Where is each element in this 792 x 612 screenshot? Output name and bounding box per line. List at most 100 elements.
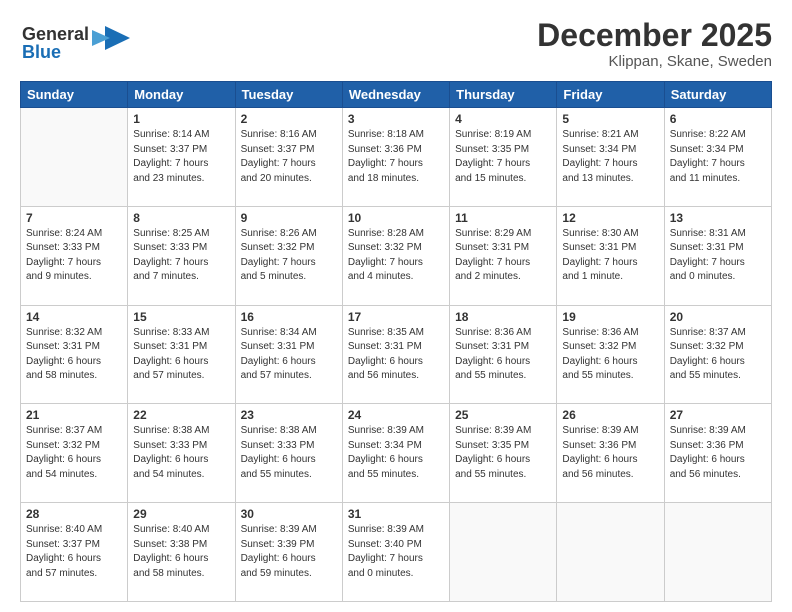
day-info: Sunrise: 8:39 AM Sunset: 3:36 PM Dayligh… (562, 424, 658, 482)
day-number: 10 (348, 211, 444, 225)
calendar-cell: 8 Sunrise: 8:25 AM Sunset: 3:33 PM Daylig… (128, 206, 235, 305)
calendar-cell: 22 Sunrise: 8:38 AM Sunset: 3:33 PM Dayli… (128, 404, 235, 503)
day-info: Sunrise: 8:39 AM Sunset: 3:40 PM Dayligh… (348, 523, 444, 581)
day-number: 30 (241, 507, 337, 521)
day-info: Sunrise: 8:29 AM Sunset: 3:31 PM Dayligh… (455, 227, 551, 285)
day-number: 6 (670, 112, 766, 126)
day-info: Sunrise: 8:38 AM Sunset: 3:33 PM Dayligh… (133, 424, 229, 482)
day-number: 1 (133, 112, 229, 126)
day-info: Sunrise: 8:33 AM Sunset: 3:31 PM Dayligh… (133, 326, 229, 384)
day-number: 23 (241, 408, 337, 422)
calendar-cell: 31Sunrise: 8:39 AM Sunset: 3:40 PM Dayli… (342, 503, 449, 602)
calendar-cell: 9 Sunrise: 8:26 AM Sunset: 3:32 PM Daylig… (235, 206, 342, 305)
title-block: December 2025 Klippan, Skane, Sweden (537, 18, 772, 70)
day-number: 13 (670, 211, 766, 225)
day-info: Sunrise: 8:35 AM Sunset: 3:31 PM Dayligh… (348, 326, 444, 384)
calendar-cell: 5Sunrise: 8:21 AM Sunset: 3:34 PM Daylig… (557, 108, 664, 207)
day-info: Sunrise: 8:26 AM Sunset: 3:32 PM Dayligh… (241, 227, 337, 285)
calendar-cell (450, 503, 557, 602)
calendar-cell: 10 Sunrise: 8:28 AM Sunset: 3:32 PM Dayli… (342, 206, 449, 305)
calendar-cell: 18Sunrise: 8:36 AM Sunset: 3:31 PM Dayli… (450, 305, 557, 404)
calendar-cell (664, 503, 771, 602)
calendar-cell: 11 Sunrise: 8:29 AM Sunset: 3:31 PM Dayli… (450, 206, 557, 305)
week-row-5: 28 Sunrise: 8:40 AM Sunset: 3:37 PM Dayli… (21, 503, 772, 602)
day-info: Sunrise: 8:38 AM Sunset: 3:33 PM Dayligh… (241, 424, 337, 482)
calendar-cell: 3 Sunrise: 8:18 AM Sunset: 3:36 PM Daylig… (342, 108, 449, 207)
day-info: Sunrise: 8:39 AM Sunset: 3:39 PM Dayligh… (241, 523, 337, 581)
calendar-cell: 17 Sunrise: 8:35 AM Sunset: 3:31 PM Dayli… (342, 305, 449, 404)
calendar-cell (557, 503, 664, 602)
day-info: Sunrise: 8:21 AM Sunset: 3:34 PM Dayligh… (562, 128, 658, 186)
calendar-cell: 20 Sunrise: 8:37 AM Sunset: 3:32 PM Dayli… (664, 305, 771, 404)
day-number: 24 (348, 408, 444, 422)
day-info: Sunrise: 8:39 AM Sunset: 3:34 PM Dayligh… (348, 424, 444, 482)
calendar-cell: 21Sunrise: 8:37 AM Sunset: 3:32 PM Dayli… (21, 404, 128, 503)
day-number: 29 (133, 507, 229, 521)
day-info: Sunrise: 8:31 AM Sunset: 3:31 PM Dayligh… (670, 227, 766, 285)
calendar-cell: 15 Sunrise: 8:33 AM Sunset: 3:31 PM Dayli… (128, 305, 235, 404)
day-number: 14 (26, 310, 122, 324)
day-info: Sunrise: 8:25 AM Sunset: 3:33 PM Dayligh… (133, 227, 229, 285)
calendar-cell: 30 Sunrise: 8:39 AM Sunset: 3:39 PM Dayli… (235, 503, 342, 602)
day-number: 7 (26, 211, 122, 225)
calendar-cell: 29 Sunrise: 8:40 AM Sunset: 3:38 PM Dayli… (128, 503, 235, 602)
day-info: Sunrise: 8:32 AM Sunset: 3:31 PM Dayligh… (26, 326, 122, 384)
weekday-header-monday: Monday (128, 82, 235, 108)
header: General Blue December 2025 Klippan, Skan… (20, 18, 772, 71)
day-info: Sunrise: 8:34 AM Sunset: 3:31 PM Dayligh… (241, 326, 337, 384)
day-info: Sunrise: 8:18 AM Sunset: 3:36 PM Dayligh… (348, 128, 444, 186)
day-number: 28 (26, 507, 122, 521)
day-number: 20 (670, 310, 766, 324)
month-title: December 2025 (537, 18, 772, 53)
day-info: Sunrise: 8:16 AM Sunset: 3:37 PM Dayligh… (241, 128, 337, 186)
day-number: 8 (133, 211, 229, 225)
day-info: Sunrise: 8:19 AM Sunset: 3:35 PM Dayligh… (455, 128, 551, 186)
day-number: 11 (455, 211, 551, 225)
day-info: Sunrise: 8:40 AM Sunset: 3:38 PM Dayligh… (133, 523, 229, 581)
day-info: Sunrise: 8:40 AM Sunset: 3:37 PM Dayligh… (26, 523, 122, 581)
weekday-header-tuesday: Tuesday (235, 82, 342, 108)
day-number: 9 (241, 211, 337, 225)
calendar-cell: 2Sunrise: 8:16 AM Sunset: 3:37 PM Daylig… (235, 108, 342, 207)
day-info: Sunrise: 8:28 AM Sunset: 3:32 PM Dayligh… (348, 227, 444, 285)
day-number: 22 (133, 408, 229, 422)
day-number: 16 (241, 310, 337, 324)
weekday-header-row: SundayMondayTuesdayWednesdayThursdayFrid… (21, 82, 772, 108)
day-number: 3 (348, 112, 444, 126)
day-info: Sunrise: 8:14 AM Sunset: 3:37 PM Dayligh… (133, 128, 229, 186)
calendar-table: SundayMondayTuesdayWednesdayThursdayFrid… (20, 81, 772, 602)
day-info: Sunrise: 8:39 AM Sunset: 3:36 PM Dayligh… (670, 424, 766, 482)
weekday-header-friday: Friday (557, 82, 664, 108)
svg-text:General: General (22, 24, 89, 44)
week-row-3: 14 Sunrise: 8:32 AM Sunset: 3:31 PM Dayli… (21, 305, 772, 404)
day-number: 26 (562, 408, 658, 422)
day-number: 17 (348, 310, 444, 324)
svg-text:Blue: Blue (22, 42, 61, 62)
calendar-cell: 14 Sunrise: 8:32 AM Sunset: 3:31 PM Dayli… (21, 305, 128, 404)
day-info: Sunrise: 8:22 AM Sunset: 3:34 PM Dayligh… (670, 128, 766, 186)
day-info: Sunrise: 8:39 AM Sunset: 3:35 PM Dayligh… (455, 424, 551, 482)
location-subtitle: Klippan, Skane, Sweden (537, 53, 772, 70)
week-row-1: 1 Sunrise: 8:14 AM Sunset: 3:37 PM Daylig… (21, 108, 772, 207)
calendar-cell: 25Sunrise: 8:39 AM Sunset: 3:35 PM Dayli… (450, 404, 557, 503)
logo-text: General Blue (20, 18, 130, 71)
calendar-cell: 7Sunrise: 8:24 AM Sunset: 3:33 PM Daylig… (21, 206, 128, 305)
calendar-cell: 13 Sunrise: 8:31 AM Sunset: 3:31 PM Dayli… (664, 206, 771, 305)
calendar-cell: 23 Sunrise: 8:38 AM Sunset: 3:33 PM Dayli… (235, 404, 342, 503)
weekday-header-thursday: Thursday (450, 82, 557, 108)
calendar-cell: 1 Sunrise: 8:14 AM Sunset: 3:37 PM Daylig… (128, 108, 235, 207)
calendar-cell: 24 Sunrise: 8:39 AM Sunset: 3:34 PM Dayli… (342, 404, 449, 503)
day-number: 27 (670, 408, 766, 422)
weekday-header-sunday: Sunday (21, 82, 128, 108)
calendar-cell: 12Sunrise: 8:30 AM Sunset: 3:31 PM Dayli… (557, 206, 664, 305)
calendar-cell: 4Sunrise: 8:19 AM Sunset: 3:35 PM Daylig… (450, 108, 557, 207)
week-row-2: 7Sunrise: 8:24 AM Sunset: 3:33 PM Daylig… (21, 206, 772, 305)
day-info: Sunrise: 8:30 AM Sunset: 3:31 PM Dayligh… (562, 227, 658, 285)
day-number: 15 (133, 310, 229, 324)
calendar-cell: 6 Sunrise: 8:22 AM Sunset: 3:34 PM Daylig… (664, 108, 771, 207)
day-info: Sunrise: 8:36 AM Sunset: 3:31 PM Dayligh… (455, 326, 551, 384)
day-info: Sunrise: 8:36 AM Sunset: 3:32 PM Dayligh… (562, 326, 658, 384)
day-info: Sunrise: 8:37 AM Sunset: 3:32 PM Dayligh… (670, 326, 766, 384)
calendar-cell: 26 Sunrise: 8:39 AM Sunset: 3:36 PM Dayli… (557, 404, 664, 503)
calendar-cell: 19Sunrise: 8:36 AM Sunset: 3:32 PM Dayli… (557, 305, 664, 404)
